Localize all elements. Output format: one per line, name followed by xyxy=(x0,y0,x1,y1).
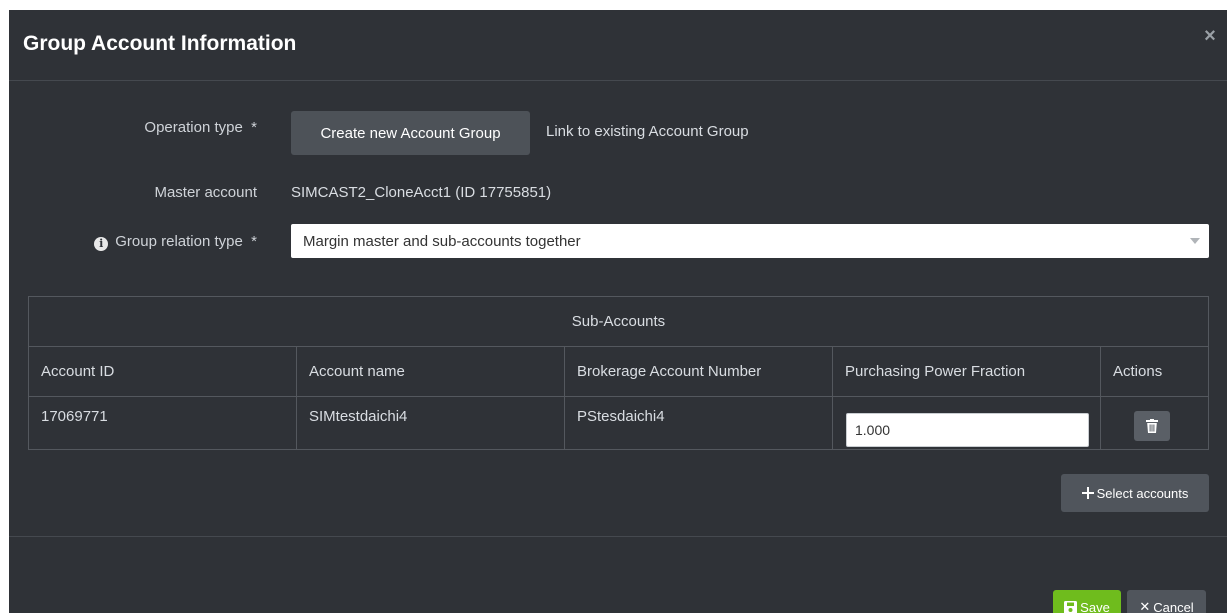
cell-brokerage-number: PStesdaichi4 xyxy=(565,397,833,449)
close-icon: ✕ xyxy=(1139,599,1151,613)
master-account-value: SIMCAST2_CloneAcct1 (ID 17755851) xyxy=(291,184,552,201)
plus-icon xyxy=(1081,487,1094,499)
sub-accounts-caption: Sub-Accounts xyxy=(29,297,1208,347)
column-header-account-id[interactable]: Account ID xyxy=(29,347,297,396)
modal-header: Group Account Information × xyxy=(9,10,1227,81)
delete-row-button[interactable] xyxy=(1134,411,1170,441)
cell-account-id: 17069771 xyxy=(29,397,297,449)
table-row: 17069771 SIMtestdaichi4 PStesdaichi4 1.0… xyxy=(29,397,1208,449)
trash-icon xyxy=(1146,419,1158,433)
master-account-label-wrap: Master account xyxy=(9,184,257,204)
modal-title: Group Account Information xyxy=(23,32,297,55)
group-relation-selected-value: Margin master and sub-accounts together xyxy=(303,232,581,250)
sub-accounts-table: Sub-Accounts Account ID Account name Bro… xyxy=(28,296,1209,450)
column-header-brokerage-number[interactable]: Brokerage Account Number xyxy=(565,347,833,396)
group-relation-label-row: i Group relation type * xyxy=(94,233,257,251)
cancel-label: Cancel xyxy=(1153,599,1194,613)
operation-type-label-wrap: Operation type * xyxy=(9,119,257,139)
select-accounts-label: Select accounts xyxy=(1096,485,1189,501)
column-header-actions: Actions xyxy=(1113,363,1163,380)
save-button[interactable]: Save xyxy=(1053,590,1121,613)
save-icon xyxy=(1064,600,1078,613)
cancel-button[interactable]: ✕ Cancel xyxy=(1127,590,1206,613)
info-icon[interactable]: i xyxy=(94,236,109,251)
operation-type-label: Operation type * xyxy=(144,119,257,136)
column-header-pp-fraction[interactable]: Purchasing Power Fraction xyxy=(833,347,1101,396)
select-accounts-button[interactable]: Select accounts xyxy=(1061,474,1209,512)
link-existing-group-option[interactable]: Link to existing Account Group xyxy=(546,123,749,140)
footer-divider xyxy=(9,536,1227,537)
cell-pp-fraction: 1.000 xyxy=(833,397,1101,449)
close-icon[interactable]: × xyxy=(1202,26,1218,46)
group-relation-label: Group relation type * xyxy=(115,233,257,250)
cell-actions xyxy=(1101,397,1210,449)
master-account-label: Master account xyxy=(154,184,257,201)
group-relation-select[interactable]: Margin master and sub-accounts together xyxy=(291,224,1209,258)
cell-account-name: SIMtestdaichi4 xyxy=(297,397,565,449)
pp-fraction-input[interactable]: 1.000 xyxy=(846,413,1089,447)
chevron-down-icon xyxy=(1190,238,1200,244)
save-label: Save xyxy=(1080,599,1110,613)
group-account-modal: Group Account Information × Operation ty… xyxy=(9,10,1227,613)
column-header-account-name[interactable]: Account name xyxy=(297,347,565,396)
create-new-group-button[interactable]: Create new Account Group xyxy=(291,111,530,155)
group-relation-label-wrap: i Group relation type * xyxy=(9,233,257,253)
table-header-row: Account ID Account name Brokerage Accoun… xyxy=(29,347,1208,397)
